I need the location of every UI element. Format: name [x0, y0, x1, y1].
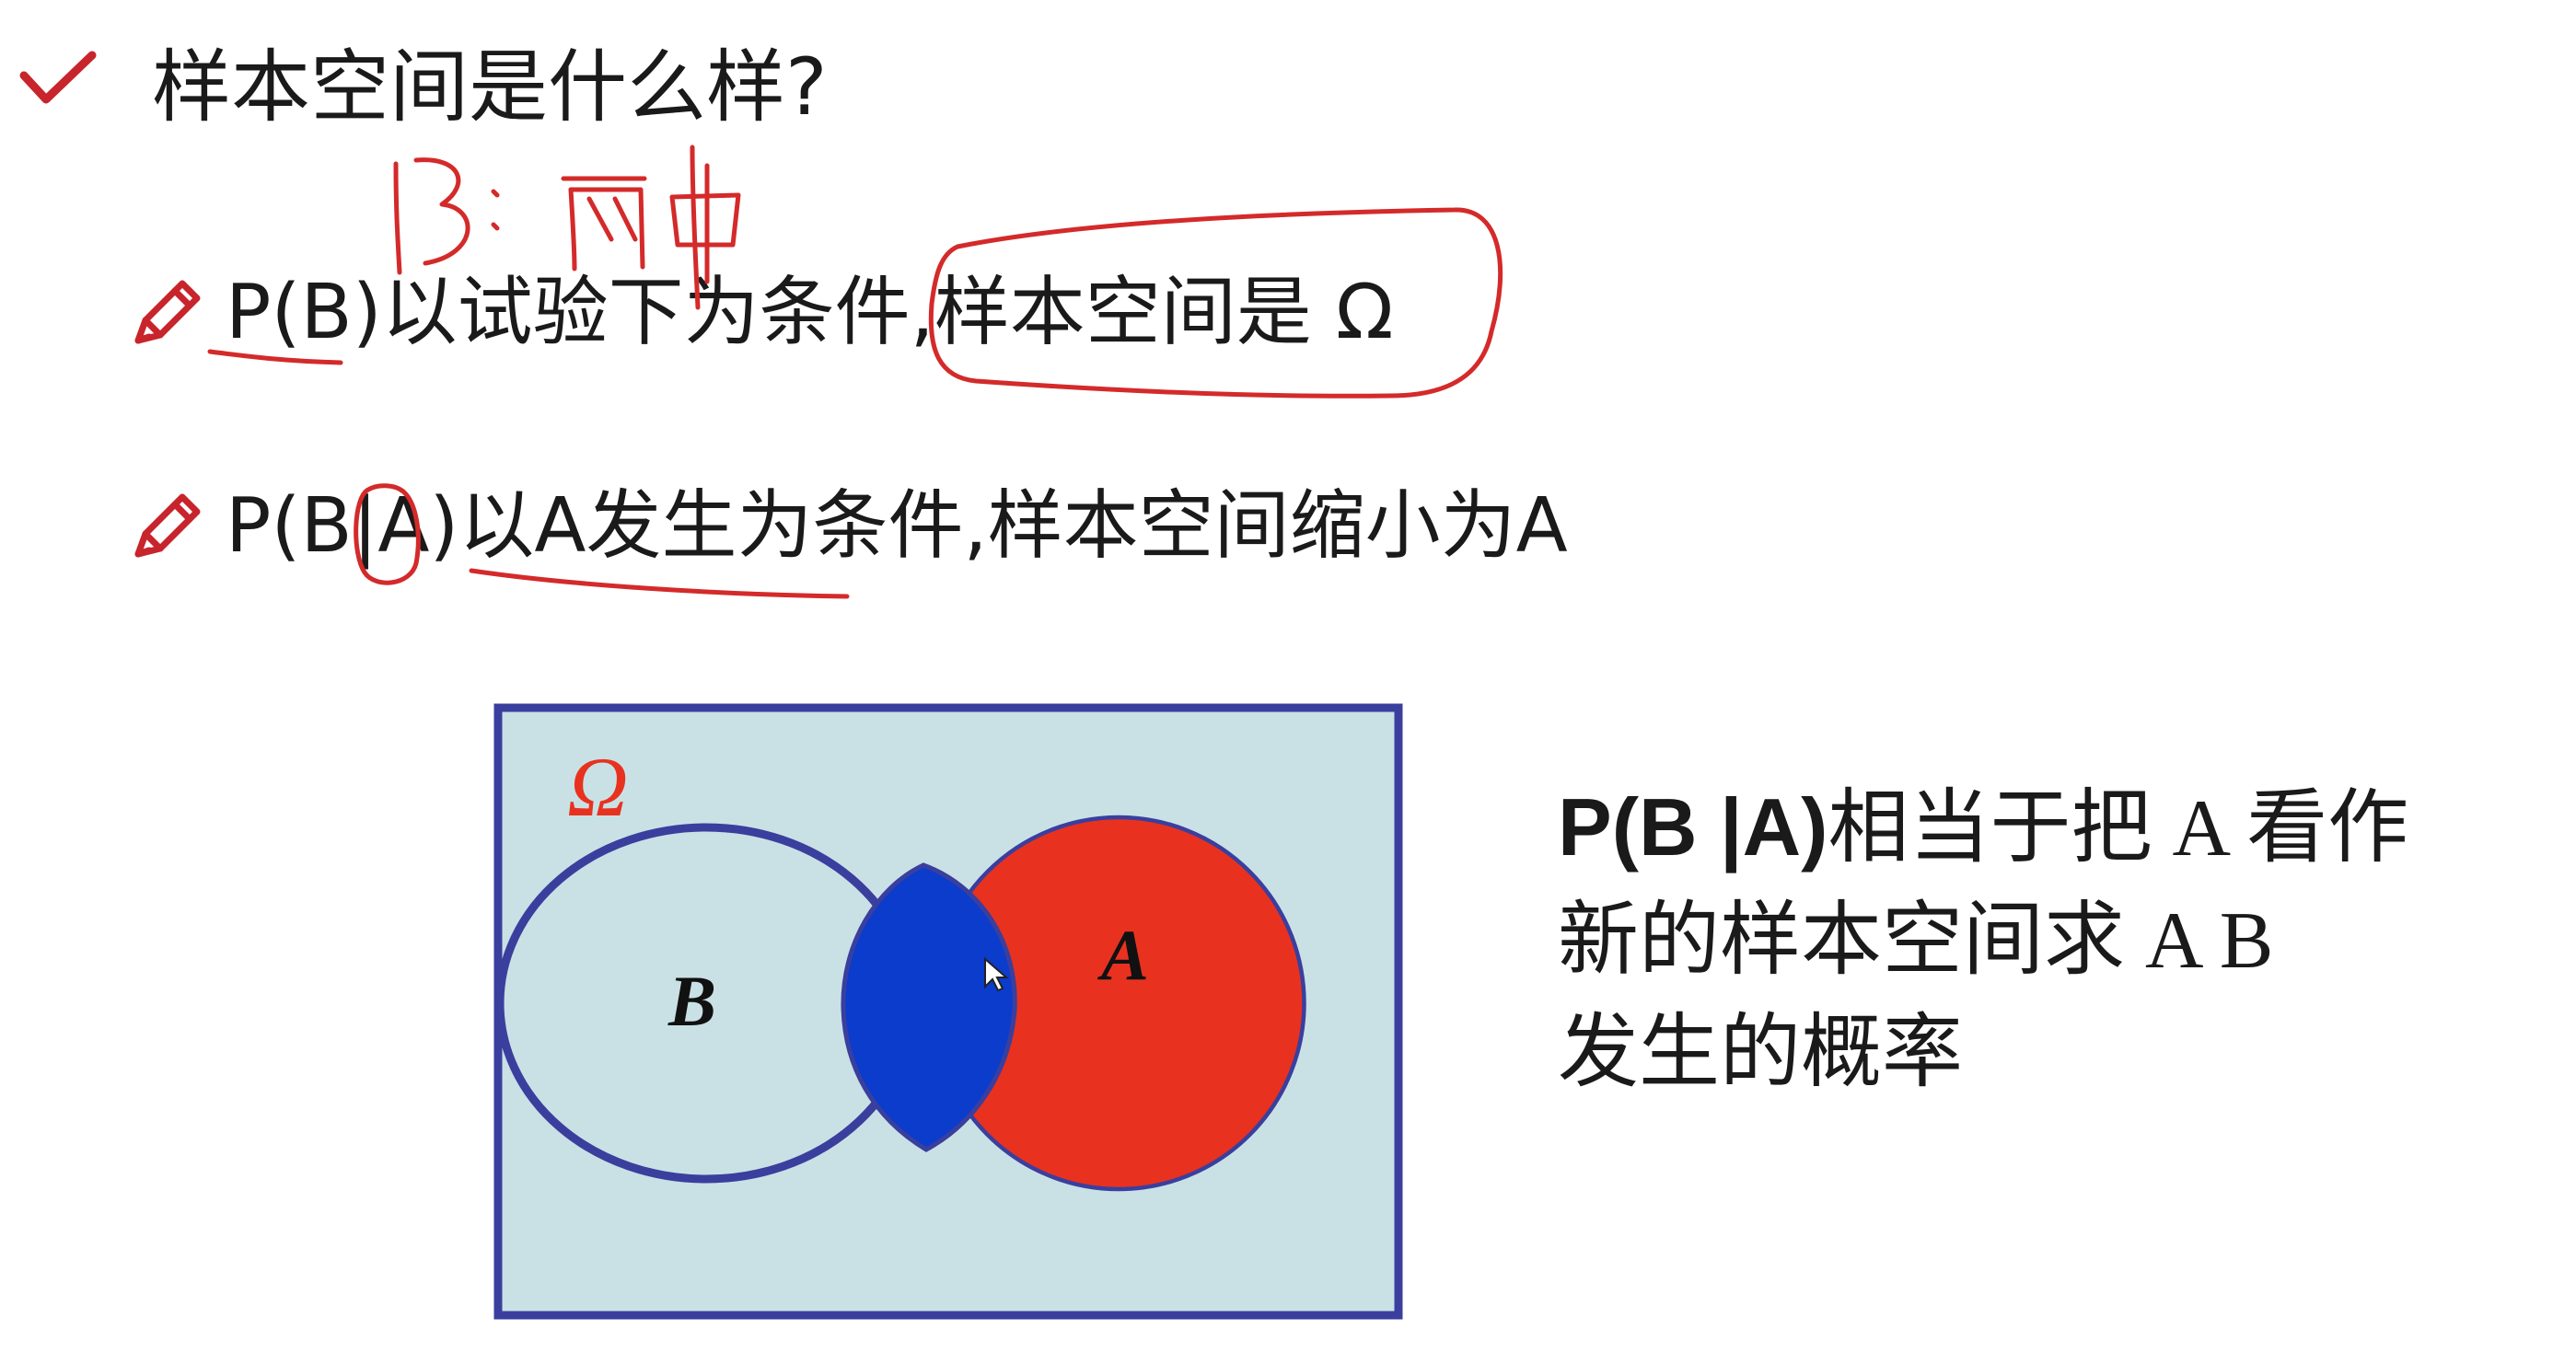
side-line-2: 新的样本空间求 A B: [1558, 896, 2274, 986]
side-explanation: P(B |A)相当于把 A 看作 新的样本空间求 A B 发生的概率: [1558, 771, 2561, 1110]
pencil-icon: [134, 493, 201, 558]
venn-diagram: Ω B A: [493, 703, 1403, 1320]
side-line-1: P(B |A)相当于把 A 看作: [1558, 771, 2561, 885]
checkmark-icon: [19, 51, 97, 104]
pencil-icon: [134, 280, 201, 344]
bullet-condition-a: P(B|A)以A发生为条件,样本空间缩小为A: [226, 482, 1568, 570]
slide-heading: 样本空间是什么样?: [152, 41, 828, 133]
bullet-condition-omega: P(B)以试验下为条件,样本空间是 Ω: [226, 269, 1394, 356]
slide: 样本空间是什么样? P(B)以试验下为条件,样本空间是 Ω P(B|A)以A发生…: [0, 0, 2576, 1364]
set-b-label: B: [667, 961, 716, 1041]
omega-label: Ω: [567, 740, 629, 834]
side-note-formula: P(B |A): [1558, 781, 1828, 873]
condition-underline-annotation: [469, 568, 850, 599]
side-note-line1-text: 相当于把 A 看作: [1828, 784, 2409, 873]
set-a-label: A: [1097, 915, 1149, 995]
side-line-3: 发生的概率: [1558, 1009, 1964, 1098]
